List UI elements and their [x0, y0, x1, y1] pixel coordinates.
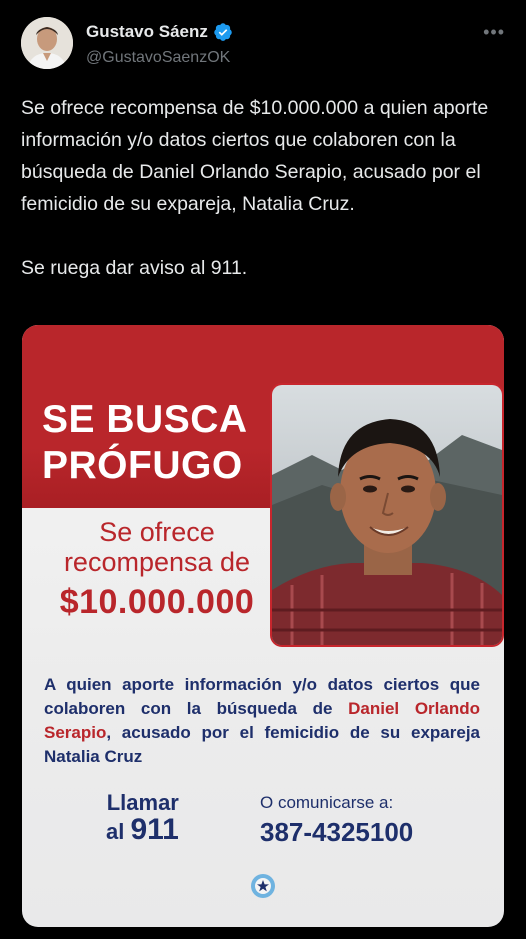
contact-number: 387-4325100	[260, 817, 414, 847]
reward-label-line-1: Se ofrece	[99, 517, 215, 547]
headline-line-1: SE BUSCA	[42, 398, 248, 441]
author-handle[interactable]: @GustavoSaenzOK	[86, 49, 230, 67]
fugitive-photo	[270, 383, 504, 647]
headline-line-2: PRÓFUGO	[42, 444, 243, 487]
reward-amount: $10.000.000	[59, 583, 255, 621]
poster-description: A quien aporte información y/o datos cie…	[44, 673, 480, 769]
author-avatar[interactable]	[21, 17, 73, 69]
more-options-icon[interactable]: •••	[483, 22, 505, 43]
province-seal-icon	[251, 874, 275, 898]
reward-label-line-2: recompensa de	[63, 547, 251, 577]
call-911-block: Llamar al 911	[106, 791, 179, 847]
reward-label: Se ofrece recompensa de	[42, 517, 272, 577]
description-text-2: , acusado por el femicidio de su exparej…	[44, 723, 480, 766]
poster-headline: SE BUSCA PRÓFUGO	[42, 397, 272, 489]
fugitive-portrait-image	[272, 385, 502, 645]
author-name-row: Gustavo Sáenz	[86, 22, 233, 42]
call-label: Llamar	[106, 790, 179, 815]
post-text: Se ofrece recompensa de $10.000.000 a qu…	[21, 97, 489, 279]
avatar-photo	[21, 17, 73, 69]
post-image[interactable]: SE BUSCA PRÓFUGO Se ofrece recompensa de…	[22, 325, 504, 927]
contact-label: O comunicarse a:	[260, 793, 394, 812]
call-prefix: al	[106, 819, 131, 844]
emergency-number: 911	[130, 813, 179, 846]
author-name[interactable]: Gustavo Sáenz	[86, 22, 208, 42]
contact-block: O comunicarse a: 387-4325100	[260, 791, 413, 849]
verified-badge-icon	[214, 23, 232, 41]
